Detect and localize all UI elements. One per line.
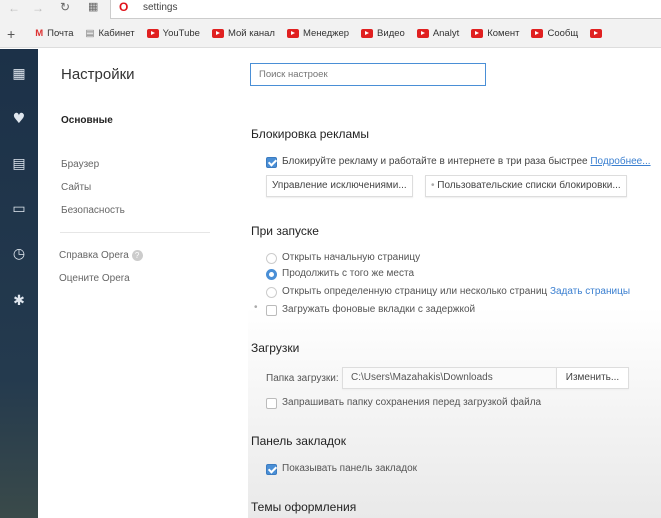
bookmark-item[interactable]: Analyt xyxy=(416,28,460,39)
radio-text: Открыть определенную страницу или нескол… xyxy=(282,286,548,297)
radio-label: Открыть начальную страницу xyxy=(282,252,421,263)
startup-heading: При запуске xyxy=(251,224,319,238)
reload-icon[interactable]: ↻ xyxy=(60,0,70,14)
adblock-heading: Блокировка рекламы xyxy=(251,127,370,141)
nav-sites[interactable]: Сайты xyxy=(61,182,91,193)
youtube-icon xyxy=(416,29,429,38)
bookmark-item[interactable]: Видео xyxy=(361,28,405,39)
bookmark-item[interactable]: Мой канал xyxy=(211,28,275,39)
youtube-icon xyxy=(471,29,484,38)
themes-heading: Темы оформления xyxy=(251,500,357,514)
address-text: settings xyxy=(143,2,178,13)
show-bookmarks-bar-checkbox[interactable] xyxy=(266,464,277,475)
custom-block-lists-button[interactable]: • Пользовательские списки блокировки... xyxy=(425,175,627,197)
set-pages-link[interactable]: Задать страницы xyxy=(550,286,630,297)
extensions-icon[interactable]: ✱ xyxy=(9,293,29,309)
bookmark-label: YouTube xyxy=(162,28,200,39)
bookmark-label: Analyt xyxy=(432,28,460,39)
heart-icon[interactable]: ♥ xyxy=(9,111,29,127)
downloads-heading: Загрузки xyxy=(251,341,300,355)
manage-exceptions-button[interactable]: Управление исключениями... xyxy=(266,175,413,197)
download-folder-field[interactable]: C:\Users\Mazahakis\Downloads xyxy=(342,367,557,389)
bookmark-label: Менеджер xyxy=(302,28,350,39)
help-label: Справка Opera xyxy=(59,250,129,261)
divider xyxy=(60,232,210,233)
youtube-icon xyxy=(211,29,224,38)
bookmark-label: Кабинет xyxy=(98,28,135,39)
bookmark-item[interactable]: YouTube xyxy=(146,28,200,39)
bookmark-item[interactable]: Сообщ xyxy=(531,28,578,39)
page-title: Настройки xyxy=(61,66,135,83)
youtube-icon xyxy=(590,29,603,38)
adblock-checkbox[interactable] xyxy=(266,157,277,168)
bookmark-label: Почта xyxy=(47,28,74,39)
nav-security[interactable]: Безопасность xyxy=(61,205,125,216)
youtube-icon xyxy=(286,29,299,38)
add-bookmark-icon[interactable]: + xyxy=(7,26,15,42)
show-bookmarks-bar-label: Показывать панель закладок xyxy=(282,463,418,474)
opera-sidebar: ▦ ♥ ▤ ▭ ◷ ✱ xyxy=(0,49,38,518)
delay-tabs-checkbox[interactable] xyxy=(266,305,277,316)
speed-dial-icon[interactable]: ▦ xyxy=(88,0,98,13)
bookmark-item[interactable]: M Почта xyxy=(35,28,73,39)
ask-folder-checkbox[interactable] xyxy=(266,398,277,409)
delay-tabs-label: Загружать фоновые вкладки с задержкой xyxy=(282,304,476,315)
adblock-text: Блокируйте рекламу и работайте в интерне… xyxy=(282,156,588,167)
bookmark-item[interactable]: ▤ Кабинет xyxy=(86,28,135,39)
adblock-label: Блокируйте рекламу и работайте в интерне… xyxy=(282,156,651,167)
nav-basic[interactable]: Основные xyxy=(61,115,113,126)
youtube-icon xyxy=(361,29,374,38)
change-folder-button[interactable]: Изменить... xyxy=(556,367,629,389)
help-icon: ? xyxy=(131,250,143,261)
forward-icon[interactable]: → xyxy=(32,1,44,15)
back-icon[interactable]: ← xyxy=(8,1,20,15)
bookmark-label: Мой канал xyxy=(227,28,275,39)
search-input[interactable] xyxy=(250,63,486,86)
bookmark-item[interactable]: Менеджер xyxy=(286,28,350,39)
news-icon[interactable]: ▤ xyxy=(9,156,29,172)
radio-label: Продолжить с того же места xyxy=(282,268,415,279)
radio-label: Открыть определенную страницу или нескол… xyxy=(282,286,630,297)
rate-opera-link[interactable]: Оцените Opera xyxy=(59,273,130,284)
bookmark-label: Комент xyxy=(487,28,520,39)
help-link[interactable]: Справка Opera ? xyxy=(59,250,143,261)
folder-label: Папка загрузки: xyxy=(266,373,339,384)
more-link[interactable]: Подробнее... xyxy=(590,156,650,167)
bookmark-item[interactable]: Комент xyxy=(471,28,519,39)
radio-open-specific-pages[interactable] xyxy=(266,287,277,298)
youtube-icon xyxy=(146,29,159,38)
radio-open-start-page[interactable] xyxy=(266,253,277,264)
bookmark-label: Видео xyxy=(377,28,405,39)
custom-block-lists-label: Пользовательские списки блокировки... xyxy=(437,180,621,191)
nav-browser[interactable]: Браузер xyxy=(61,159,99,170)
gmail-icon: M xyxy=(35,28,44,39)
page-icon: ▤ xyxy=(85,28,95,39)
bookmark-label: Сообщ xyxy=(547,28,579,39)
address-bar[interactable]: O settings xyxy=(110,0,661,19)
settings-nav: Настройки Основные Браузер Сайты Безопас… xyxy=(38,49,248,518)
bookmarks-bar-heading: Панель закладок xyxy=(251,434,346,448)
youtube-icon xyxy=(531,29,544,38)
speed-dial-icon[interactable]: ▦ xyxy=(9,66,29,82)
history-icon[interactable]: ◷ xyxy=(9,246,29,262)
devices-icon[interactable]: ▭ xyxy=(9,201,29,217)
opera-logo-icon: O xyxy=(119,0,129,14)
ask-folder-label: Запрашивать папку сохранения перед загру… xyxy=(282,397,542,408)
settings-content: Блокировка рекламы Блокируйте рекламу и … xyxy=(248,49,661,518)
radio-continue[interactable] xyxy=(266,269,277,280)
bookmarks-bar: + M Почта ▤ Кабинет YouTube Мой канал Мене… xyxy=(0,20,661,48)
bookmark-item[interactable] xyxy=(590,29,606,38)
bullet: • xyxy=(254,302,258,313)
